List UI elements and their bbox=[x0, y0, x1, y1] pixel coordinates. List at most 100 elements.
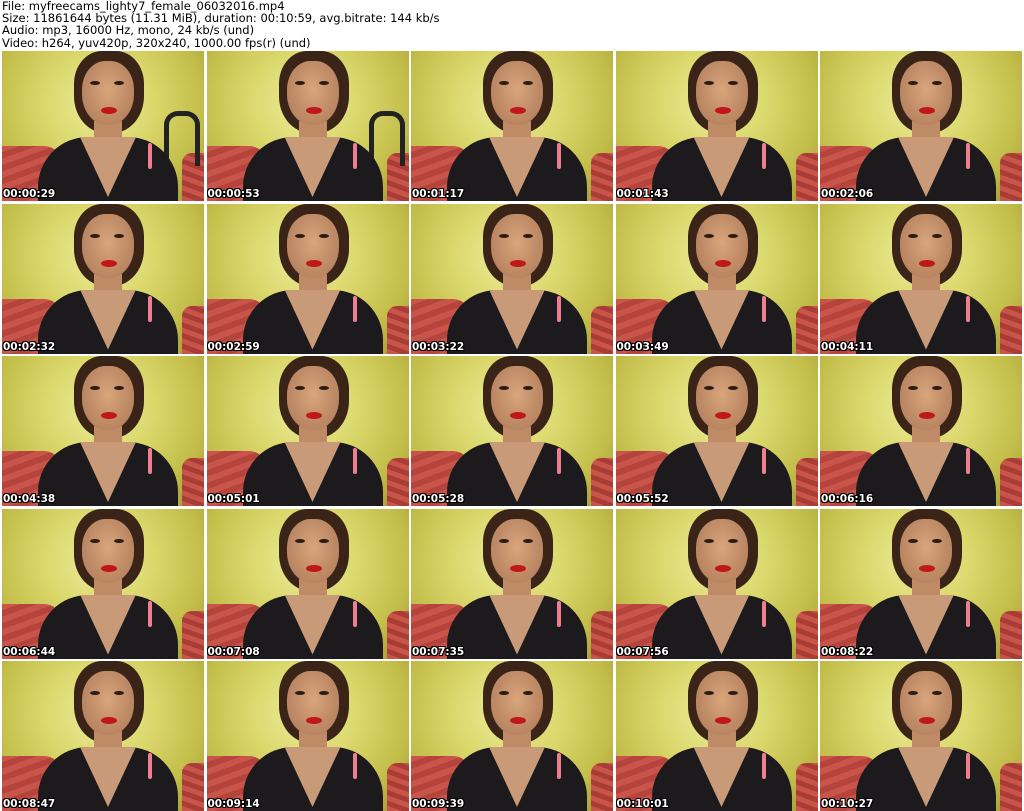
eye-shape bbox=[727, 538, 738, 543]
thumbnail-timestamp: 00:06:44 bbox=[3, 645, 56, 658]
strap-shape bbox=[352, 753, 357, 779]
thumbnail-timestamp: 00:00:53 bbox=[207, 188, 260, 200]
strap-shape bbox=[966, 753, 970, 779]
strap-shape bbox=[148, 295, 152, 322]
eye-shape bbox=[908, 386, 918, 390]
couch-shape bbox=[386, 305, 409, 354]
video-thumbnail: 00:07:56 bbox=[615, 508, 818, 659]
eye-shape bbox=[908, 538, 918, 543]
lips-shape bbox=[919, 412, 935, 419]
video-thumbnail: 00:07:08 bbox=[206, 508, 409, 659]
couch-shape bbox=[591, 153, 613, 201]
eye-shape bbox=[294, 233, 305, 238]
video-thumbnail: 00:01:43 bbox=[615, 51, 818, 201]
eye-shape bbox=[90, 691, 100, 695]
lips-shape bbox=[101, 564, 117, 572]
lips-shape bbox=[510, 259, 526, 267]
strap-shape bbox=[148, 143, 152, 169]
couch-shape bbox=[182, 458, 204, 506]
eye-shape bbox=[294, 386, 305, 390]
strap-shape bbox=[761, 143, 766, 169]
eye-shape bbox=[90, 81, 100, 85]
eye-shape bbox=[727, 81, 738, 85]
lips-shape bbox=[919, 259, 935, 267]
face-shape bbox=[695, 671, 748, 735]
video-thumbnail: 00:03:49 bbox=[615, 203, 818, 354]
eye-shape bbox=[908, 81, 918, 85]
eye-shape bbox=[523, 691, 533, 695]
video-thumbnail: 00:08:22 bbox=[820, 508, 1022, 659]
face-shape bbox=[82, 213, 134, 278]
thumbnail-timestamp: 00:02:06 bbox=[821, 188, 874, 200]
eye-shape bbox=[318, 233, 329, 238]
lips-shape bbox=[714, 412, 731, 419]
thumbnail-timestamp: 00:05:01 bbox=[207, 493, 260, 505]
lips-shape bbox=[305, 717, 322, 724]
eye-shape bbox=[90, 386, 100, 390]
eye-shape bbox=[499, 538, 509, 543]
strap-shape bbox=[966, 143, 970, 169]
strap-shape bbox=[761, 600, 766, 627]
eye-shape bbox=[114, 691, 124, 695]
lips-shape bbox=[714, 107, 731, 114]
couch-shape bbox=[1000, 610, 1022, 659]
thumbnail-timestamp: 00:04:11 bbox=[821, 340, 874, 353]
eye-shape bbox=[932, 386, 942, 390]
couch-shape bbox=[795, 610, 818, 659]
eye-shape bbox=[703, 386, 714, 390]
thumbnail-timestamp: 00:05:28 bbox=[412, 493, 465, 505]
face-shape bbox=[491, 518, 543, 583]
strap-shape bbox=[966, 448, 970, 474]
couch-shape bbox=[1000, 458, 1022, 506]
eye-shape bbox=[499, 386, 509, 390]
video-thumbnail: 00:07:35 bbox=[411, 508, 613, 659]
eye-shape bbox=[318, 538, 329, 543]
couch-shape bbox=[591, 763, 613, 811]
eye-shape bbox=[932, 233, 942, 238]
eye-shape bbox=[523, 233, 533, 238]
thumbnail-timestamp: 00:07:35 bbox=[412, 645, 465, 658]
video-thumbnail: 00:05:52 bbox=[615, 356, 818, 506]
face-shape bbox=[286, 213, 339, 278]
face-shape bbox=[286, 671, 339, 735]
couch-shape bbox=[795, 153, 818, 201]
eye-shape bbox=[294, 81, 305, 85]
strap-shape bbox=[557, 143, 561, 169]
thumbnail-timestamp: 00:09:39 bbox=[412, 798, 465, 810]
video-thumbnail: 00:09:14 bbox=[206, 661, 409, 811]
eye-shape bbox=[727, 691, 738, 695]
face-shape bbox=[491, 671, 543, 735]
lips-shape bbox=[510, 412, 526, 419]
face-shape bbox=[900, 518, 952, 583]
couch-shape bbox=[1000, 153, 1022, 201]
couch-shape bbox=[591, 458, 613, 506]
eye-shape bbox=[703, 233, 714, 238]
thumbnail-timestamp: 00:04:38 bbox=[3, 493, 56, 505]
video-thumbnail: 00:08:47 bbox=[2, 661, 204, 811]
strap-shape bbox=[557, 295, 561, 322]
face-shape bbox=[900, 366, 952, 430]
thumbnail-timestamp: 00:01:43 bbox=[616, 188, 669, 200]
face-shape bbox=[695, 366, 748, 430]
eye-shape bbox=[114, 538, 124, 543]
lips-shape bbox=[305, 259, 322, 267]
thumbnail-timestamp: 00:10:01 bbox=[616, 798, 669, 810]
eye-shape bbox=[114, 81, 124, 85]
strap-shape bbox=[352, 448, 357, 474]
eye-shape bbox=[294, 538, 305, 543]
eye-shape bbox=[90, 538, 100, 543]
face-shape bbox=[286, 61, 339, 125]
video-thumbnail: 00:02:59 bbox=[206, 203, 409, 354]
couch-shape bbox=[1000, 763, 1022, 811]
thumbnail-timestamp: 00:02:32 bbox=[3, 340, 56, 353]
strap-shape bbox=[352, 600, 357, 627]
video-thumbnail: 00:10:01 bbox=[615, 661, 818, 811]
eye-shape bbox=[932, 691, 942, 695]
eye-shape bbox=[499, 233, 509, 238]
eye-shape bbox=[318, 386, 329, 390]
eye-shape bbox=[703, 81, 714, 85]
video-thumbnail: 00:05:01 bbox=[206, 356, 409, 506]
face-shape bbox=[900, 213, 952, 278]
eye-shape bbox=[703, 538, 714, 543]
eye-shape bbox=[908, 691, 918, 695]
